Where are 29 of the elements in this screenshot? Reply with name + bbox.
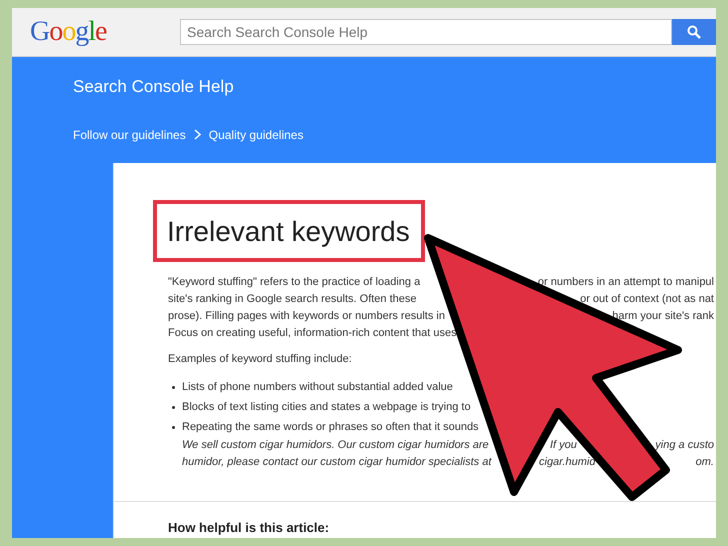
text-fragment: cigar.humid xyxy=(539,456,596,468)
text-fragment: We sell custom cigar humidors. Our custom cigar humidors are xyxy=(182,439,489,452)
examples-intro: Examples of keyword stuffing include: xyxy=(168,352,352,368)
feedback-prompt: How helpful is this article: xyxy=(168,520,330,535)
text-fragment: harm your site's rank xyxy=(612,310,714,322)
text-fragment: humidor, please contact our custom cigar humidor specialists at xyxy=(182,456,492,468)
text-fragment: Blocks of text listing cities and states a webpage is trying to xyxy=(182,400,471,413)
chevron-right-icon xyxy=(194,129,201,140)
text-fragment: site's ranking in Google search results. Often these xyxy=(168,293,417,306)
text-fragment: If you xyxy=(550,439,577,452)
banner-title: Search Console Help xyxy=(73,76,235,98)
bullet-icon xyxy=(172,426,175,429)
text-fragment: Repeating the same words or phrases so often that it sounds xyxy=(182,420,479,433)
bullet-icon xyxy=(172,406,175,409)
text-fragment: ying a custo xyxy=(655,439,714,452)
breadcrumb-link[interactable]: Quality guidelines xyxy=(208,126,304,144)
bullet-icon xyxy=(172,386,175,389)
text-fragment: Focus on creating useful, information-rich content that uses xyxy=(168,327,457,340)
text-fragment: prose). Filling pages with keywords or numbers results in xyxy=(168,310,445,322)
breadcrumb-link[interactable]: Follow our guidelines xyxy=(73,126,186,144)
search-icon xyxy=(687,25,701,39)
text-fragment: om. xyxy=(696,456,714,468)
search-field[interactable]: Search Search Console Help xyxy=(180,19,672,45)
text-fragment: or out of context (not as nat xyxy=(580,293,714,306)
google-logo[interactable]: Google xyxy=(30,18,150,46)
search-button[interactable] xyxy=(672,19,716,45)
text-fragment: Lists of phone numbers without substantial added value xyxy=(182,380,453,393)
article-title: Irrelevant keywords xyxy=(153,200,425,262)
text-fragment: "Keyword stuffing" refers to the practice of loading a xyxy=(168,276,420,288)
